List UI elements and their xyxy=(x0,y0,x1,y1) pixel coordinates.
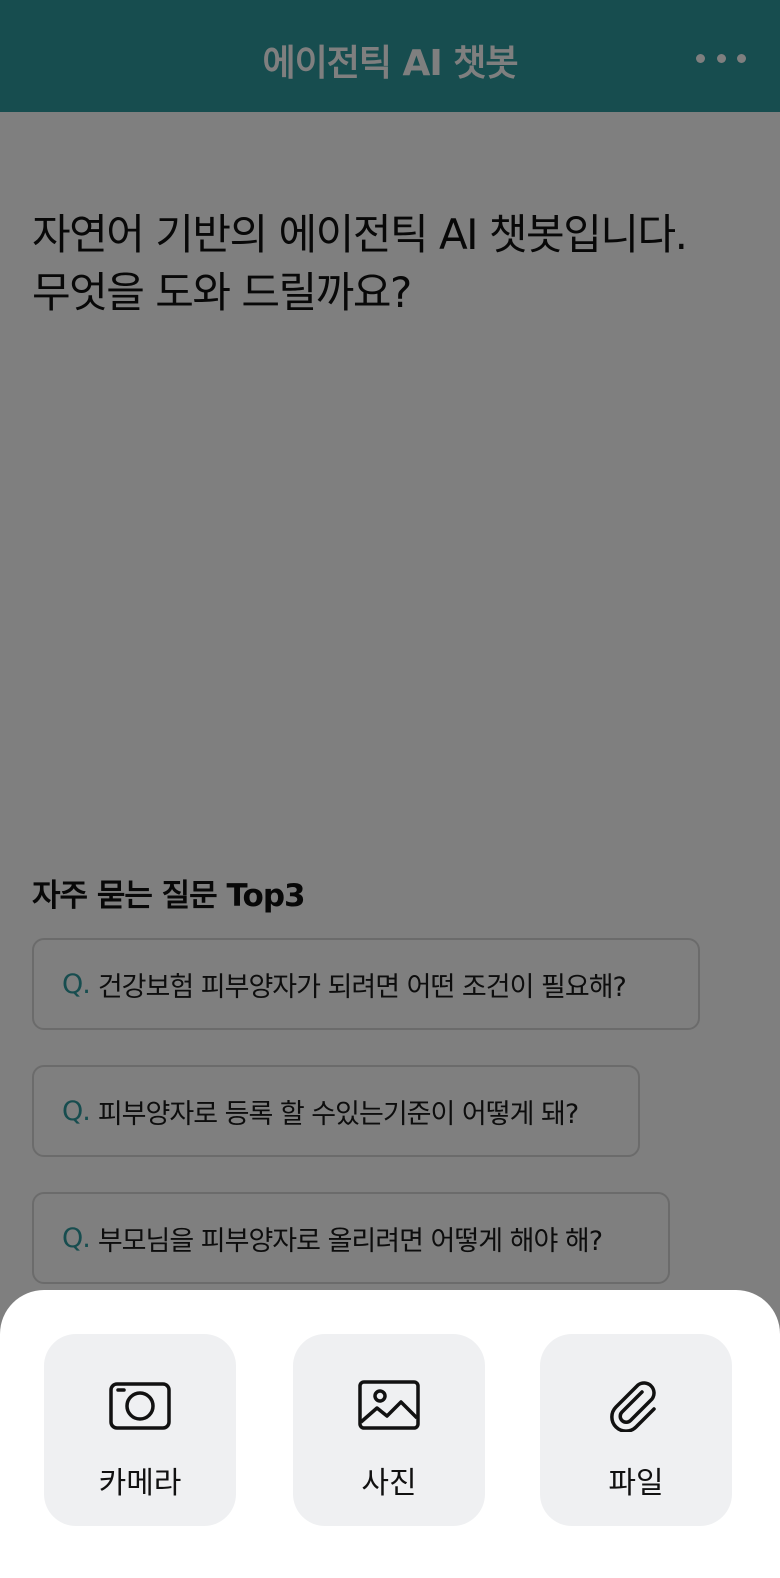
file-button[interactable]: 파일 xyxy=(540,1334,732,1526)
camera-button[interactable]: 카메라 xyxy=(44,1334,236,1526)
image-icon xyxy=(358,1380,420,1430)
photo-label: 사진 xyxy=(361,1466,417,1501)
camera-label: 카메라 xyxy=(98,1466,182,1501)
camera-icon xyxy=(109,1382,171,1430)
file-label: 파일 xyxy=(608,1466,664,1501)
paperclip-icon xyxy=(610,1381,656,1432)
attachment-bottom-sheet: 카메라 사진 파일 xyxy=(0,1290,780,1578)
photo-button[interactable]: 사진 xyxy=(293,1334,485,1526)
